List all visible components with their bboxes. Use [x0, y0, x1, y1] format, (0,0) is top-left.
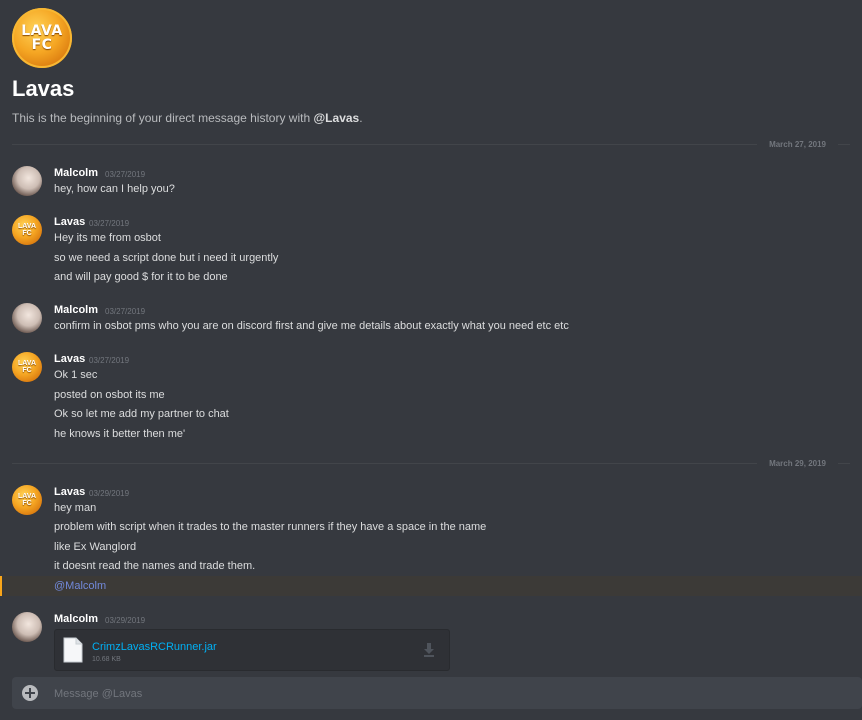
- user-mention[interactable]: @Malcolm: [54, 580, 106, 592]
- user-avatar[interactable]: LAVA FC: [12, 485, 42, 515]
- divider-line: [12, 462, 758, 464]
- avatar-text-line2: FC: [31, 37, 53, 53]
- date-divider: March 29, 2019: [12, 457, 850, 469]
- username[interactable]: Malcolm: [54, 167, 98, 179]
- channel-avatar: LAVA FC: [12, 8, 72, 68]
- message-text: Hey its me from osbot: [54, 232, 161, 244]
- file-name-link[interactable]: CrimzLavasRCRunner.jar: [92, 641, 217, 653]
- download-icon[interactable]: [423, 643, 435, 657]
- message-text: and will pay good $ for it to be done: [54, 271, 228, 283]
- mention-highlight: [0, 576, 862, 596]
- dm-chat-view: LAVA FC Lavas This is the beginning of y…: [0, 0, 862, 720]
- date-divider-label: March 29, 2019: [769, 458, 826, 468]
- user-avatar[interactable]: LAVA FC: [12, 352, 42, 382]
- message-timestamp: 03/29/2019: [105, 616, 146, 625]
- user-avatar[interactable]: [12, 303, 42, 333]
- date-divider: March 27, 2019: [12, 138, 850, 150]
- message-timestamp: 03/27/2019: [105, 170, 146, 179]
- username[interactable]: Lavas: [54, 486, 85, 498]
- avatar-badge-line2: FC: [22, 367, 32, 374]
- message-text: like Ex Wanglord: [54, 541, 137, 553]
- message-text: confirm in osbot pms who you are on disc…: [54, 320, 569, 332]
- message-timestamp: 03/27/2019: [89, 219, 130, 228]
- username[interactable]: Malcolm: [54, 304, 98, 316]
- avatar-badge-line1: LAVA: [17, 223, 37, 230]
- message-text: he knows it better then me': [54, 428, 186, 440]
- message-timestamp: 03/27/2019: [105, 307, 146, 316]
- user-avatar[interactable]: [12, 612, 42, 642]
- file-size: 10.68 KB: [92, 656, 121, 663]
- dm-title: Lavas: [12, 76, 75, 101]
- avatar-badge-line1: LAVA: [17, 360, 37, 367]
- divider-line: [12, 143, 758, 145]
- divider-line: [838, 143, 850, 145]
- plus-circle-icon[interactable]: [22, 685, 38, 701]
- avatar-badge-line1: LAVA: [17, 493, 37, 500]
- message-text: it doesnt read the names and trade them.: [54, 560, 256, 572]
- message-text: so we need a script done but i need it u…: [54, 252, 279, 264]
- message-text: hey man: [54, 502, 97, 514]
- message-text: Ok so let me add my partner to chat: [54, 408, 229, 420]
- message-text: problem with script when it trades to th…: [54, 521, 487, 533]
- username[interactable]: Lavas: [54, 216, 85, 228]
- message-text: posted on osbot its me: [54, 389, 165, 401]
- file-icon: [63, 637, 83, 663]
- username[interactable]: Malcolm: [54, 613, 98, 625]
- message-timestamp: 03/29/2019: [89, 489, 130, 498]
- user-avatar[interactable]: [12, 166, 42, 196]
- file-attachment[interactable]: CrimzLavasRCRunner.jar 10.68 KB: [54, 629, 450, 671]
- avatar-badge-line2: FC: [22, 500, 32, 507]
- user-avatar[interactable]: LAVA FC: [12, 215, 42, 245]
- message-text: hey, how can I help you?: [54, 183, 175, 195]
- date-divider-label: March 27, 2019: [769, 139, 826, 149]
- intro-prefix: This is the beginning of your direct mes…: [12, 111, 314, 125]
- username[interactable]: Lavas: [54, 353, 85, 365]
- message-timestamp: 03/27/2019: [89, 356, 130, 365]
- message-text: Ok 1 sec: [54, 369, 98, 381]
- dm-intro-text: This is the beginning of your direct mes…: [12, 111, 363, 125]
- avatar-badge-line2: FC: [22, 230, 32, 237]
- message-input[interactable]: [52, 677, 846, 711]
- intro-suffix: .: [359, 111, 363, 125]
- divider-line: [838, 462, 850, 464]
- avatar-text-line1: LAVA: [21, 23, 63, 39]
- intro-mention[interactable]: @Lavas: [313, 111, 359, 125]
- message-composer: [12, 677, 862, 711]
